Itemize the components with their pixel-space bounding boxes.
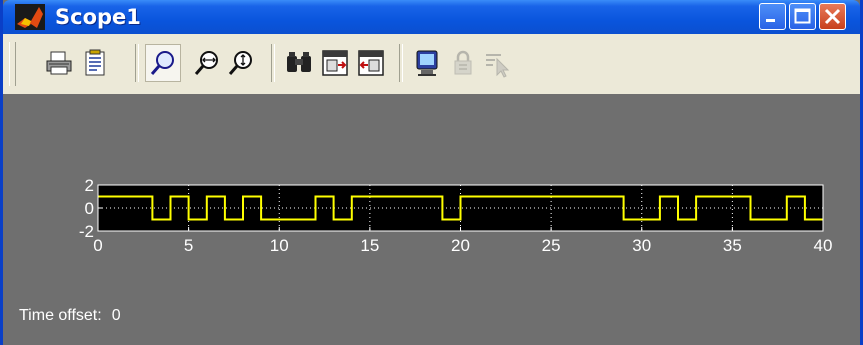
y-tick-label: -2: [79, 222, 94, 241]
x-tick-label: 5: [184, 236, 193, 255]
zoom-x-icon: [194, 51, 218, 75]
print-icon: [46, 51, 72, 75]
x-tick-label: 10: [270, 236, 289, 255]
print-button[interactable]: [43, 47, 75, 79]
zoom-y-icon: [228, 51, 252, 75]
zoom-x-button[interactable]: [191, 47, 223, 79]
autoscale-button[interactable]: [283, 47, 315, 79]
zoom-icon: [150, 51, 174, 75]
matlab-logo-icon[interactable]: [15, 4, 45, 30]
restore-axes-button[interactable]: [355, 47, 387, 79]
time-offset-label: Time offset:: [19, 307, 102, 324]
x-tick-label: 15: [360, 236, 379, 255]
parameters-button[interactable]: [79, 47, 111, 79]
floating-scope-button[interactable]: [411, 47, 443, 79]
restore-axes-icon: [358, 50, 384, 76]
minimize-button[interactable]: [759, 3, 786, 30]
x-tick-label: 40: [814, 236, 833, 255]
status-bar: Time offset: 0: [19, 307, 121, 325]
zoom-y-button[interactable]: [225, 47, 257, 79]
zoom-button[interactable]: [145, 44, 181, 82]
maximize-button[interactable]: [789, 3, 816, 30]
toolbar-row: [3, 34, 860, 94]
plot-area: 0 5 10 15 20 25 30 35 40 2 0 -2: [3, 94, 860, 345]
x-tick-label: 35: [723, 236, 742, 255]
title-bar[interactable]: Scope1: [3, 0, 860, 34]
time-offset-value: 0: [111, 307, 121, 324]
y-tick-label: 2: [85, 176, 94, 195]
x-tick-label: 0: [93, 236, 102, 255]
toolbar-separator: [271, 44, 275, 82]
maximize-icon: [794, 8, 811, 24]
signal-selector-button[interactable]: [481, 47, 513, 79]
save-axes-icon: [322, 50, 348, 76]
lock-icon: [454, 50, 472, 75]
save-axes-button[interactable]: [319, 47, 351, 79]
x-tick-label: 20: [451, 236, 470, 255]
window-title: Scope1: [55, 5, 141, 29]
parameters-icon: [85, 49, 105, 76]
x-tick-label: 25: [542, 236, 561, 255]
close-button[interactable]: [819, 3, 846, 30]
toolbar-separator: [135, 44, 139, 82]
floating-scope-icon: [416, 50, 438, 76]
scope-plot[interactable]: 0 5 10 15 20 25 30 35 4020-2: [3, 94, 860, 304]
close-icon: [824, 8, 841, 25]
minimize-icon: [766, 19, 775, 22]
signal-selector-icon: [486, 54, 510, 78]
toolbar-separator: [399, 44, 403, 82]
toolbar-grip[interactable]: [9, 42, 16, 86]
scope-window: Scope1 0 5 10 15 20 25 30 35 40 2 0 -2 T…: [0, 0, 863, 345]
binoculars-icon: [287, 52, 311, 72]
y-tick-label: 0: [85, 199, 94, 218]
lock-axes-button[interactable]: [447, 47, 479, 79]
x-tick-label: 30: [632, 236, 651, 255]
